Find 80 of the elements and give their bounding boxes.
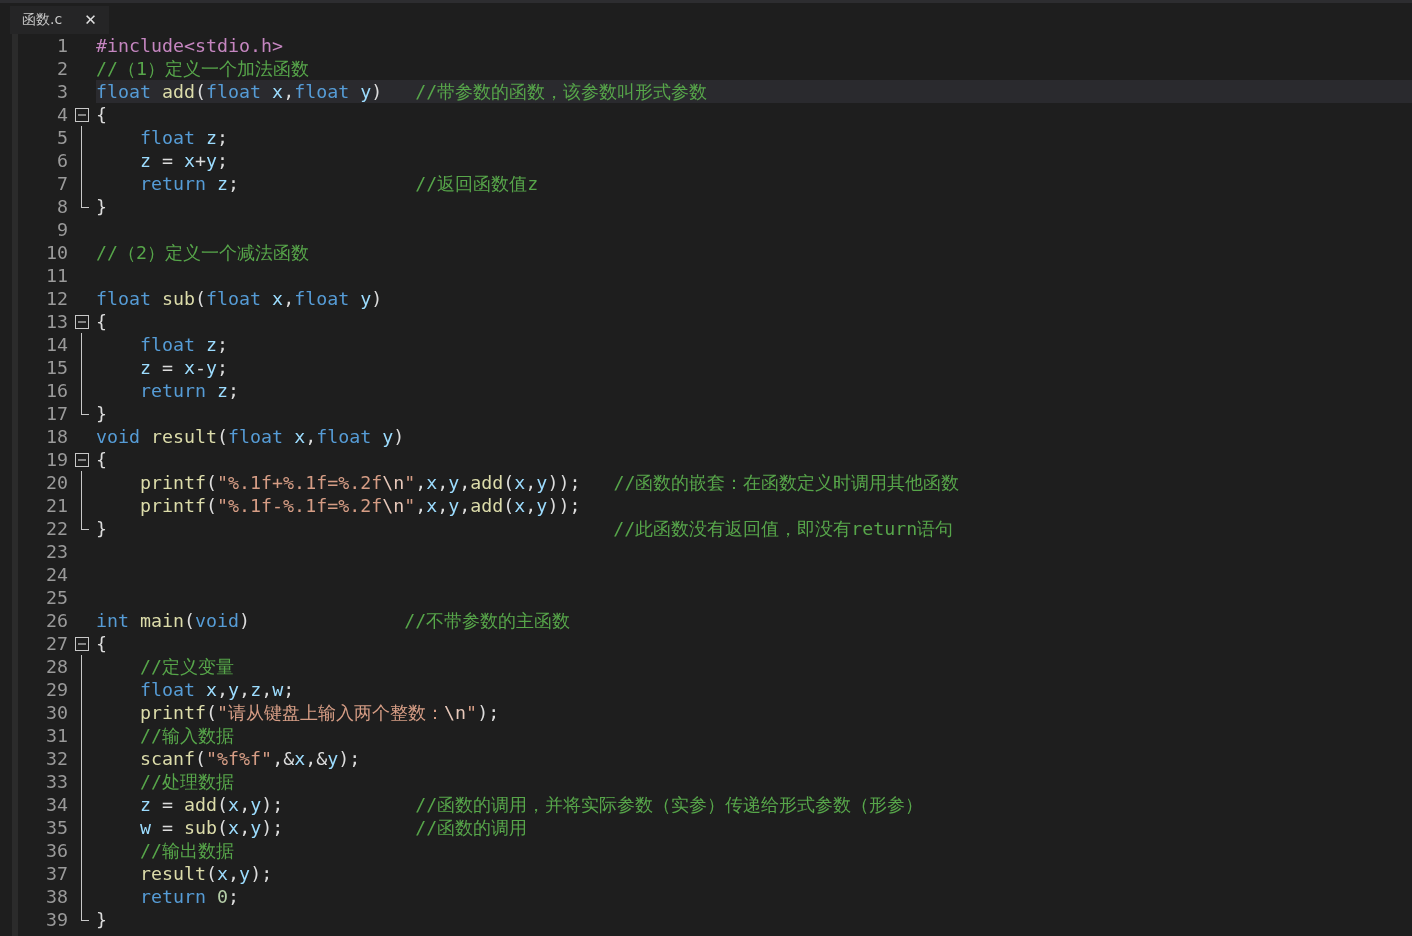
- tab-label[interactable]: 函数.c: [22, 11, 63, 29]
- code-line: //输入数据: [139, 724, 235, 747]
- line-number: 33: [45, 771, 68, 792]
- code-line: {: [96, 632, 107, 655]
- line-number: 34: [45, 794, 68, 815]
- line-number: 11: [45, 265, 68, 286]
- line-number: 23: [45, 541, 68, 562]
- code-line: {: [96, 310, 107, 333]
- code-line: float sub(float x,float y): [96, 287, 383, 310]
- line-number: 17: [45, 403, 68, 424]
- line-number: 27: [45, 633, 68, 654]
- code-line: float x,y,z,w;: [139, 678, 295, 701]
- code-line: printf("%.1f+%.1f=%.2f\n",x,y,add(x,y)); //函数的嵌套：在函数定义时调用其他函数: [139, 471, 960, 494]
- code-line: printf("请从键盘上输入两个整数：\n");: [139, 701, 500, 724]
- code-line: return z;: [139, 379, 240, 402]
- code-line: //（2）定义一个减法函数: [96, 241, 310, 264]
- file-tab[interactable]: 函数.c ✕: [10, 6, 109, 34]
- code-line: result(x,y);: [139, 862, 273, 885]
- line-number: 18: [45, 426, 68, 447]
- code-line: float add(float x,float y) //带参数的函数，该参数叫形式参数: [96, 80, 708, 103]
- line-number: 6: [56, 150, 68, 171]
- code-line: return z; //返回函数值z: [139, 172, 539, 195]
- code-line: z = x-y;: [139, 356, 229, 379]
- line-number: 36: [45, 840, 68, 861]
- line-number: 32: [45, 748, 68, 769]
- line-number: 5: [56, 127, 68, 148]
- line-number: 10: [45, 242, 68, 263]
- code-line: scanf("%f%f",&x,&y);: [139, 747, 361, 770]
- code-line: float z;: [139, 126, 229, 149]
- line-number: 37: [45, 863, 68, 884]
- line-number: 26: [45, 610, 68, 631]
- line-number: 15: [45, 357, 68, 378]
- line-number: 12: [45, 288, 68, 309]
- code-line: //处理数据: [139, 770, 235, 793]
- code-line: //（1）定义一个加法函数: [96, 57, 310, 80]
- line-number: 20: [45, 472, 68, 493]
- line-number: 13: [45, 311, 68, 332]
- line-number: 2: [56, 58, 68, 79]
- collapse-icon[interactable]: [75, 452, 89, 467]
- code-line: //定义变量: [139, 655, 235, 678]
- close-button[interactable]: ✕: [80, 11, 101, 29]
- collapse-icon[interactable]: [75, 107, 89, 122]
- collapse-icon[interactable]: [75, 314, 89, 329]
- code-line: z = add(x,y); //函数的调用，并将实际参数（实参）传递给形式参数（形参）: [139, 793, 924, 816]
- line-number: 28: [45, 656, 68, 677]
- code-line: int main(void) //不带参数的主函数: [96, 609, 571, 632]
- line-number: 1: [56, 35, 68, 56]
- line-number: 24: [45, 564, 68, 585]
- line-number: 25: [45, 587, 68, 608]
- line-number: 16: [45, 380, 68, 401]
- code-line: void result(float x,float y): [96, 425, 405, 448]
- code-line: }: [96, 402, 107, 425]
- code-line: }: [96, 195, 107, 218]
- code-line: #include<stdio.h>: [96, 34, 284, 57]
- line-number: 38: [45, 886, 68, 907]
- code-line: }: [96, 908, 107, 931]
- code-line: } //此函数没有返回值，即没有return语句: [96, 517, 954, 540]
- line-number: 8: [56, 196, 68, 217]
- code-line: float z;: [139, 333, 229, 356]
- line-number: 30: [45, 702, 68, 723]
- code-line: return 0;: [139, 885, 240, 908]
- line-number: 31: [45, 725, 68, 746]
- line-number: 39: [45, 909, 68, 930]
- code-line: printf("%.1f-%.1f=%.2f\n",x,y,add(x,y));: [139, 494, 581, 517]
- line-number: 3: [56, 81, 68, 102]
- code-line: w = sub(x,y); //函数的调用: [139, 816, 528, 839]
- code-line: {: [96, 448, 107, 471]
- line-number: 22: [45, 518, 68, 539]
- line-number: 35: [45, 817, 68, 838]
- code-line: {: [96, 103, 107, 126]
- line-number: 4: [56, 104, 68, 125]
- code-line: z = x+y;: [139, 149, 229, 172]
- line-number: 9: [56, 219, 68, 240]
- line-number: 14: [45, 334, 68, 355]
- line-number: 29: [45, 679, 68, 700]
- code-line: //输出数据: [139, 839, 235, 862]
- line-number: 21: [45, 495, 68, 516]
- line-number: 7: [56, 173, 68, 194]
- line-number: 19: [45, 449, 68, 470]
- collapse-icon[interactable]: [75, 636, 89, 651]
